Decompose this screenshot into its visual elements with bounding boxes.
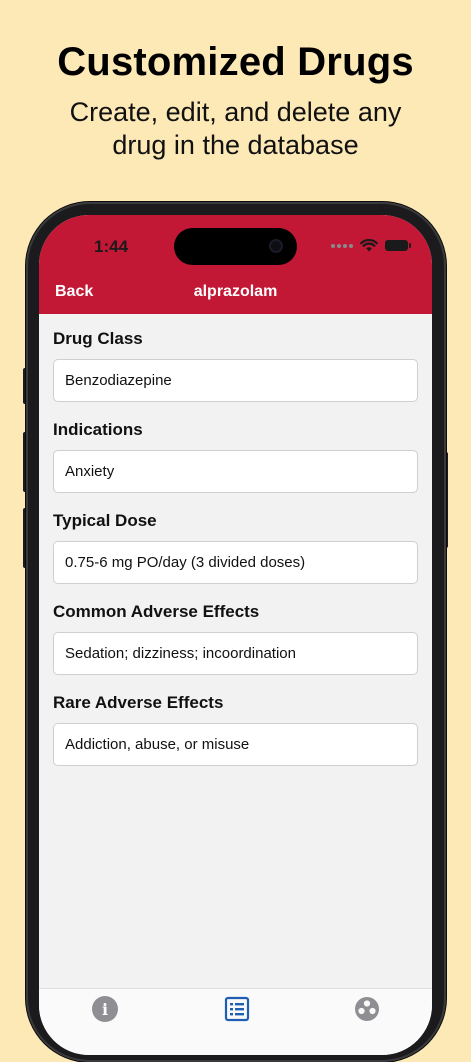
status-time: 1:44 bbox=[94, 237, 129, 256]
promo-headline: Customized Drugs bbox=[57, 40, 414, 84]
dynamic-island bbox=[174, 228, 297, 265]
people-icon[interactable] bbox=[354, 996, 380, 1022]
field-label: Drug Class bbox=[53, 329, 143, 348]
field-common-adverse-effects: Common Adverse Effects Sedation; dizzine… bbox=[53, 602, 418, 675]
list-icon[interactable] bbox=[224, 996, 250, 1022]
signal-icon bbox=[331, 243, 353, 248]
field-rare-adverse-effects: Rare Adverse Effects Addiction, abuse, o… bbox=[53, 693, 418, 766]
indications-field[interactable]: Anxiety bbox=[53, 450, 418, 493]
drug-form: Drug Class Benzodiazepine Indications An… bbox=[53, 329, 418, 784]
wifi-icon bbox=[360, 239, 378, 252]
field-typical-dose: Typical Dose 0.75-6 mg PO/day (3 divided… bbox=[53, 511, 418, 584]
camera-icon bbox=[269, 239, 283, 253]
typical-dose-field[interactable]: 0.75-6 mg PO/day (3 divided doses) bbox=[53, 541, 418, 584]
battery-icon bbox=[385, 240, 411, 251]
field-label: Common Adverse Effects bbox=[53, 602, 260, 621]
back-button[interactable]: Back bbox=[55, 283, 93, 301]
phone-screen: 1:44 Back alprazolam Drug Class Benzodia… bbox=[39, 215, 432, 1055]
field-label: Indications bbox=[53, 420, 143, 439]
info-icon[interactable]: i bbox=[92, 996, 118, 1022]
nav-header: 1:44 Back alprazolam bbox=[39, 215, 432, 314]
rare-adverse-effects-field[interactable]: Addiction, abuse, or misuse bbox=[53, 723, 418, 766]
promo-subline: Create, edit, and delete any drug in the… bbox=[69, 97, 402, 160]
field-drug-class: Drug Class Benzodiazepine bbox=[53, 329, 418, 402]
field-label: Rare Adverse Effects bbox=[53, 693, 224, 712]
field-label: Typical Dose bbox=[53, 511, 157, 530]
tab-bar: i bbox=[39, 988, 432, 1055]
field-indications: Indications Anxiety bbox=[53, 420, 418, 493]
common-adverse-effects-field[interactable]: Sedation; dizziness; incoordination bbox=[53, 632, 418, 675]
drug-class-field[interactable]: Benzodiazepine bbox=[53, 359, 418, 402]
nav-title: alprazolam bbox=[193, 283, 278, 300]
status-icons bbox=[331, 239, 411, 252]
